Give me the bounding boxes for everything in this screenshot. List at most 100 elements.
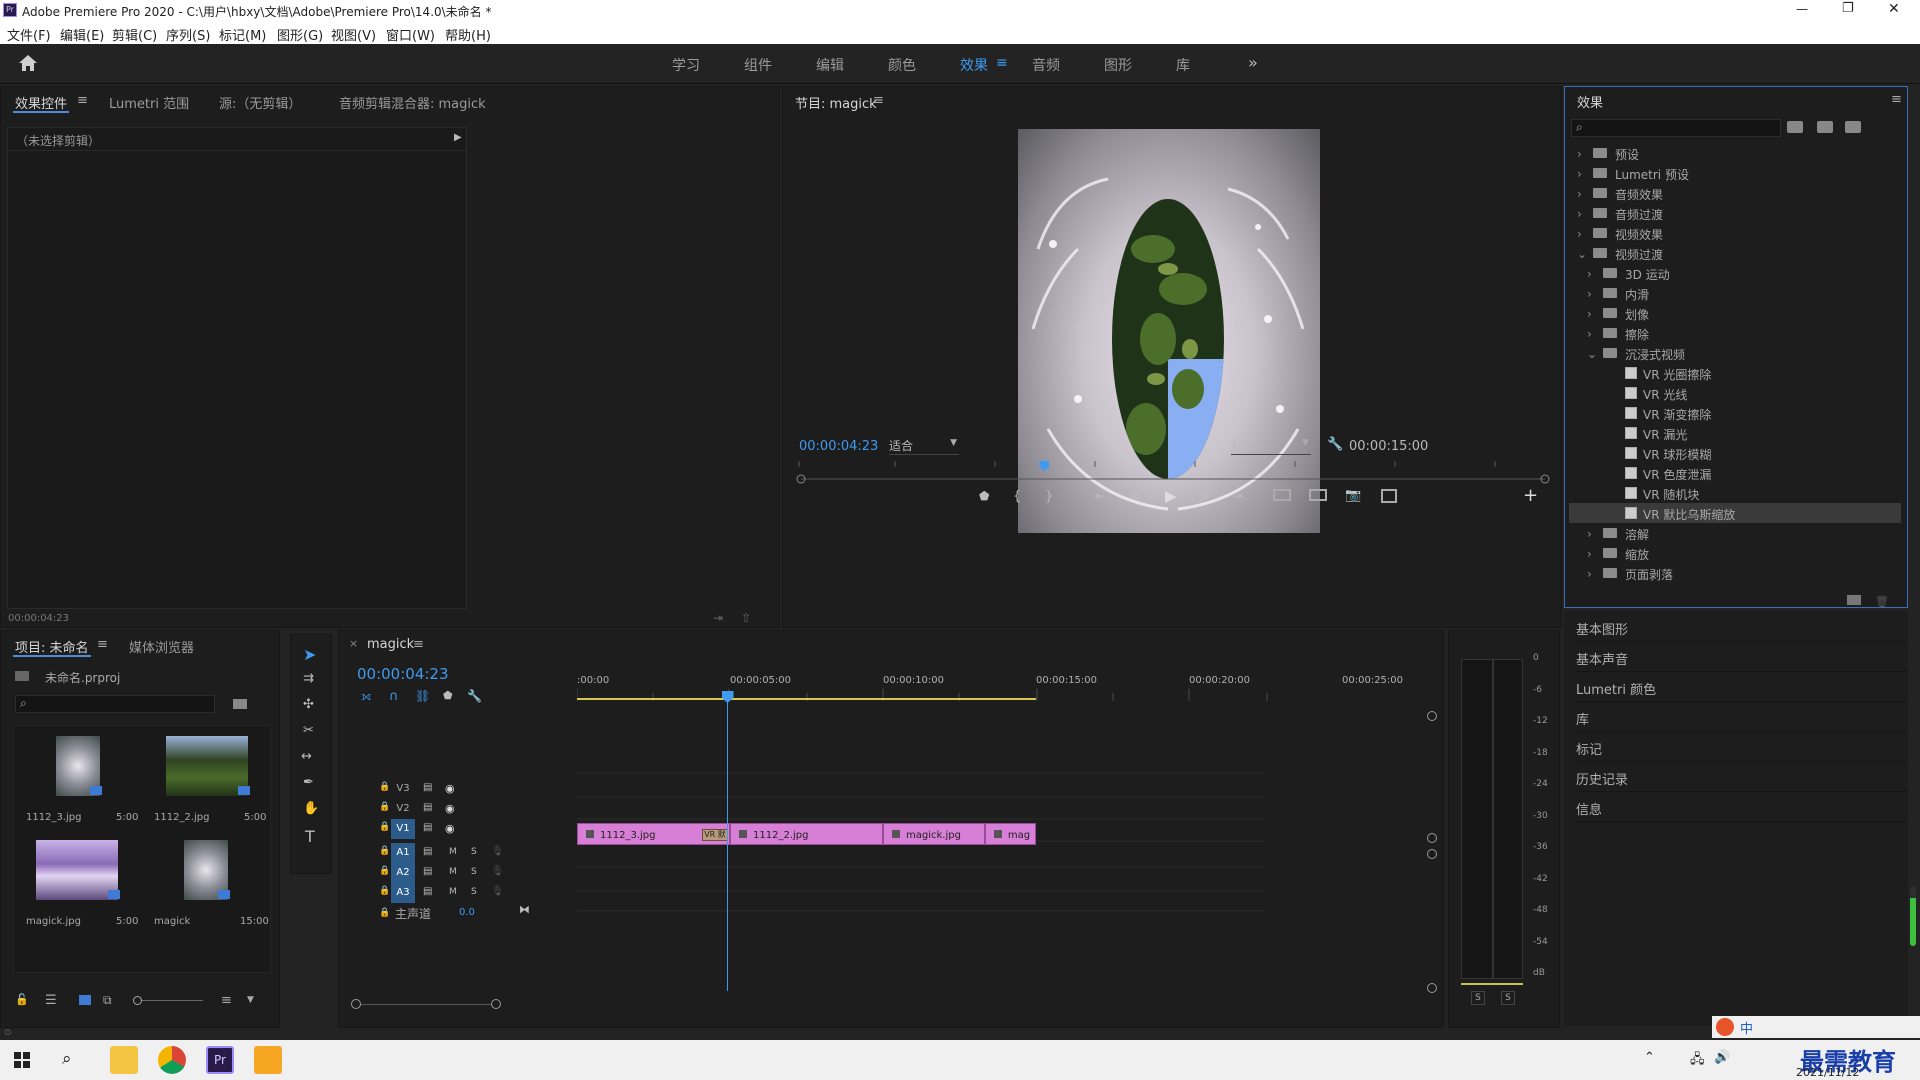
- effects-folder[interactable]: › 划像: [1569, 303, 1901, 323]
- panel-menu-icon[interactable]: ≡: [97, 637, 108, 652]
- panel-menu-icon[interactable]: ≡: [77, 93, 88, 108]
- taskbar-date[interactable]: 2021/11/12: [1796, 1066, 1859, 1079]
- chevron-right-icon[interactable]: ›: [1587, 547, 1592, 561]
- chevron-right-icon[interactable]: ›: [1587, 307, 1592, 321]
- effects-folder[interactable]: › 擦除: [1569, 323, 1901, 343]
- new-search-bin-icon[interactable]: [233, 699, 247, 709]
- list-view-icon[interactable]: ☰: [45, 993, 57, 1008]
- microphone-icon[interactable]: 🎙: [491, 886, 504, 897]
- selection-tool-icon[interactable]: ➤: [303, 645, 316, 664]
- timeline-playhead[interactable]: [721, 691, 734, 991]
- effects-folder[interactable]: › 音频效果: [1569, 183, 1901, 203]
- chrome-icon[interactable]: [158, 1046, 186, 1074]
- track-lock-icon[interactable]: 🔒: [379, 886, 390, 896]
- toggle-sync-lock-icon[interactable]: ▤: [423, 782, 432, 793]
- workspace-tab[interactable]: 库: [1176, 55, 1190, 75]
- accelerated-effects-icon[interactable]: [1787, 121, 1803, 133]
- step-forward-button[interactable]: |▶: [1199, 489, 1211, 502]
- volume-icon[interactable]: 🔊: [1714, 1050, 1730, 1065]
- network-icon[interactable]: 🖧: [1690, 1050, 1705, 1072]
- horizontal-scrollbar[interactable]: [351, 999, 501, 1009]
- add-marker-button[interactable]: ⬟: [979, 489, 989, 503]
- program-title[interactable]: 节目: magick: [795, 93, 877, 112]
- vertical-scroll-top[interactable]: [1427, 711, 1437, 721]
- project-search-input[interactable]: ⌕: [15, 695, 215, 713]
- share-icon[interactable]: ⇧: [741, 611, 751, 625]
- extract-button[interactable]: [1309, 489, 1327, 501]
- menu-item[interactable]: 文件(F): [7, 25, 51, 44]
- premiere-pro-icon[interactable]: Pr: [206, 1046, 234, 1074]
- menu-item[interactable]: 编辑(E): [60, 25, 104, 44]
- type-tool-icon[interactable]: T: [305, 827, 315, 846]
- stacked-panel-header[interactable]: 库: [1576, 702, 1906, 732]
- tab-effect-controls[interactable]: 效果控件: [15, 93, 67, 112]
- stacked-panel-header[interactable]: 基本图形: [1576, 612, 1906, 642]
- effects-folder[interactable]: ⌄ 沉浸式视频: [1569, 343, 1901, 363]
- effects-folder[interactable]: › 缩放: [1569, 543, 1901, 563]
- work-area-bar[interactable]: [577, 698, 1036, 700]
- menu-item[interactable]: 剪辑(C): [112, 25, 157, 44]
- workspace-tab[interactable]: 学习: [672, 55, 700, 75]
- toggle-sync-lock-icon[interactable]: ▤: [423, 866, 432, 877]
- eye-icon[interactable]: ◉: [445, 802, 455, 815]
- track-select-tool-icon[interactable]: ⇉: [303, 671, 314, 686]
- toggle-sync-lock-icon[interactable]: ▤: [423, 802, 432, 813]
- workspace-tab[interactable]: 颜色: [888, 55, 916, 75]
- effect-item[interactable]: VR 球形模糊: [1569, 443, 1901, 463]
- mute-button[interactable]: M: [449, 867, 457, 877]
- chevron-down-icon[interactable]: ▼: [247, 995, 254, 1005]
- track-label-v3[interactable]: V3: [391, 779, 415, 799]
- sort-icon[interactable]: ≡: [221, 993, 232, 1008]
- workspace-tab[interactable]: 编辑: [816, 55, 844, 75]
- effects-folder[interactable]: › 视频效果: [1569, 223, 1901, 243]
- freeform-view-icon[interactable]: ⧉: [103, 993, 112, 1008]
- 32bit-effects-icon[interactable]: [1817, 121, 1833, 133]
- track-label-a3[interactable]: A3: [391, 883, 415, 903]
- track-lock-icon[interactable]: 🔒: [379, 866, 390, 876]
- microphone-icon[interactable]: 🎙: [491, 866, 504, 877]
- chevron-down-icon[interactable]: ⌄: [1587, 347, 1597, 361]
- solo-right-button[interactable]: S: [1501, 991, 1515, 1005]
- chevron-right-icon[interactable]: ›: [1587, 527, 1592, 541]
- mark-out-button[interactable]: }: [1045, 489, 1053, 504]
- step-back-button[interactable]: ◀|: [1129, 489, 1141, 502]
- effects-folder[interactable]: › Lumetri 预设: [1569, 163, 1901, 183]
- solo-button[interactable]: S: [471, 867, 477, 877]
- track-lock-icon[interactable]: 🔒: [379, 846, 390, 856]
- go-to-out-button[interactable]: ⇥: [1233, 489, 1243, 503]
- timeline-clip[interactable]: magick.jpg: [883, 823, 985, 845]
- effect-item[interactable]: VR 漏光: [1569, 423, 1901, 443]
- track-label-v2[interactable]: V2: [391, 799, 415, 819]
- delete-icon[interactable]: 🗑: [1875, 595, 1889, 608]
- yuv-effects-icon[interactable]: [1845, 121, 1861, 133]
- razor-tool-icon[interactable]: ✂: [303, 723, 314, 738]
- search-icon[interactable]: ⌕: [62, 1049, 72, 1069]
- menu-item[interactable]: 窗口(W): [386, 25, 435, 44]
- effects-search-input[interactable]: ⌕: [1571, 119, 1781, 137]
- workspace-tab[interactable]: 音频: [1032, 55, 1060, 75]
- track-lock-icon[interactable]: 🔒: [379, 782, 390, 792]
- hand-tool-icon[interactable]: ✋: [303, 801, 319, 816]
- master-expand-icon[interactable]: ⧓: [519, 903, 530, 916]
- workspace-tab[interactable]: 组件: [744, 55, 772, 75]
- solo-button[interactable]: S: [471, 847, 477, 857]
- close-button[interactable]: ✕: [1888, 1, 1900, 17]
- tab-lumetri-scopes[interactable]: Lumetri 范围: [109, 93, 189, 112]
- tab-source[interactable]: 源:（无剪辑）: [219, 93, 301, 112]
- more-workspaces-button[interactable]: »: [1248, 53, 1258, 72]
- pen-tool-icon[interactable]: ✒: [303, 775, 314, 790]
- sougou-logo-icon[interactable]: [1716, 1018, 1734, 1036]
- effect-item[interactable]: VR 随机块: [1569, 483, 1901, 503]
- windows-start-icon[interactable]: [14, 1052, 30, 1068]
- eye-icon[interactable]: ◉: [445, 782, 455, 795]
- lift-button[interactable]: [1273, 489, 1291, 501]
- hscroll-right-handle[interactable]: [491, 999, 501, 1009]
- ime-mode-label[interactable]: 中: [1740, 1018, 1753, 1037]
- icon-view-icon[interactable]: [79, 995, 91, 1005]
- toggle-sync-lock-icon[interactable]: ▤: [423, 846, 432, 857]
- menu-item[interactable]: 标记(M): [219, 25, 266, 44]
- time-ruler[interactable]: :00:00 00:00:05:00 00:00:10:00 00:00:15:00 0…: [577, 671, 1403, 701]
- timeline-clip[interactable]: mag: [984, 823, 1036, 845]
- panel-menu-icon[interactable]: ≡: [1891, 92, 1902, 107]
- effect-item[interactable]: VR 默比乌斯缩放: [1569, 503, 1901, 523]
